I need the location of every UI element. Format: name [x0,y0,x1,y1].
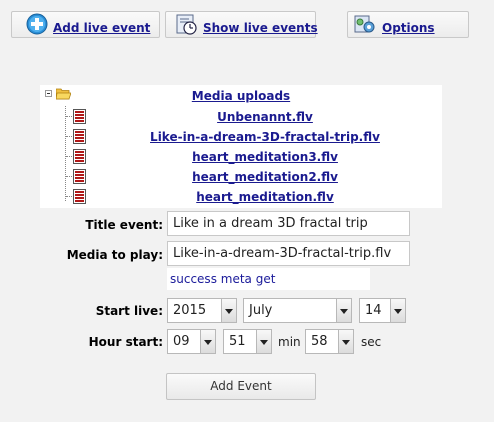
tree-file-item[interactable]: heart_meditation3.flv [100,150,430,164]
options-label: Options [382,21,435,35]
clock-list-icon [176,14,197,35]
video-file-icon [73,109,86,124]
gear-options-icon [354,15,375,33]
tree-branch-line [66,136,72,137]
year-select-value: 2015 [173,303,207,318]
second-select-value: 58 [311,334,328,349]
tree-file-item[interactable]: heart_meditation2.flv [100,170,430,184]
start-live-label: Start live: [95,304,163,318]
video-file-icon [73,169,86,184]
video-file-icon [73,189,86,204]
options-button[interactable]: Options [347,11,469,38]
media-to-play-input[interactable]: Like-in-a-dream-3D-fractal-trip.flv [167,241,410,266]
sec-unit-label: sec [361,335,382,349]
dropdown-arrow-icon [221,299,236,322]
hour-start-label: Hour start: [88,335,163,349]
title-event-label: Title event: [85,218,163,232]
minute-select-value: 51 [229,334,246,349]
video-file-icon [73,129,86,144]
add-event-button[interactable]: Add Event [166,373,316,400]
dropdown-arrow-icon [338,330,353,353]
year-select[interactable]: 2015 [167,298,237,323]
tree-branch-line [66,116,72,117]
day-select[interactable]: 14 [359,298,406,323]
media-tree: Media uploads Unbenannt.flv Like-in-a-dr… [40,85,442,208]
add-live-event-button[interactable]: Add live event [11,11,160,38]
video-file-icon [73,149,86,164]
dropdown-arrow-icon [256,330,271,353]
min-unit-label: min [278,335,301,349]
hour-select-value: 09 [173,334,190,349]
day-select-value: 14 [365,303,382,318]
month-select-value: July [249,303,273,318]
tree-file-item[interactable]: Like-in-a-dream-3D-fractal-trip.flv [100,130,430,144]
show-live-events-button[interactable]: Show live events [165,11,318,38]
plus-circle-icon [26,13,48,35]
dropdown-arrow-icon [200,330,215,353]
status-message: success meta get [167,268,370,290]
add-live-event-label: Add live event [53,21,151,35]
dropdown-arrow-icon [336,299,351,322]
month-select[interactable]: July [243,298,352,323]
tree-file-item[interactable]: Unbenannt.flv [100,110,430,124]
dropdown-arrow-icon [390,299,405,322]
hour-select[interactable]: 09 [167,329,216,354]
show-live-events-label: Show live events [203,21,318,35]
tree-root-label[interactable]: Media uploads [40,89,442,103]
tree-branch-line [66,196,72,197]
tree-branch-line [66,176,72,177]
title-event-input[interactable]: Like in a dream 3D fractal trip [167,211,410,236]
media-to-play-label: Media to play: [66,248,163,262]
tree-file-item[interactable]: heart_meditation.flv [100,190,430,204]
tree-branch-line [66,156,72,157]
tree-guide-line [65,106,66,201]
second-select[interactable]: 58 [305,329,354,354]
minute-select[interactable]: 51 [223,329,272,354]
